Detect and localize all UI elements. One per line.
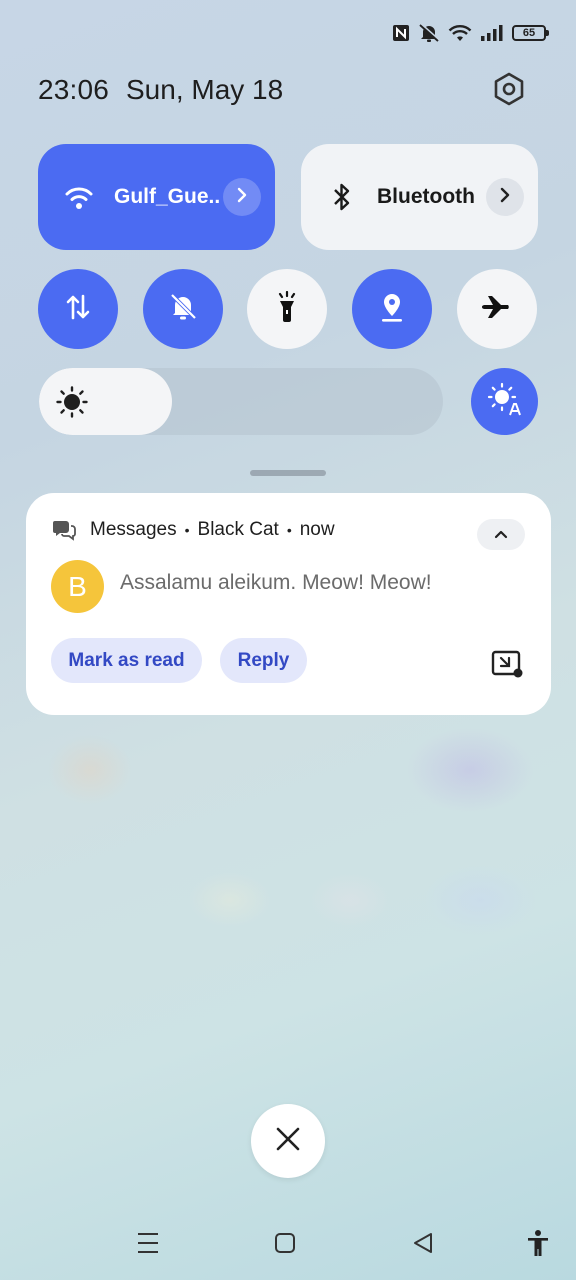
recent-apps-button[interactable]: [133, 1230, 163, 1260]
settings-button[interactable]: [490, 72, 528, 110]
home-button[interactable]: [270, 1230, 300, 1260]
wifi-icon: [62, 184, 96, 210]
location-icon: [378, 291, 406, 328]
chevron-right-icon: [499, 187, 511, 208]
flashlight-toggle[interactable]: [247, 269, 327, 349]
signal-icon: [480, 24, 504, 42]
status-bar: 65: [392, 18, 549, 48]
data-arrows-icon: [63, 292, 93, 327]
clock: 23:06: [38, 74, 110, 105]
panel-drag-handle[interactable]: [250, 470, 326, 476]
notification-time: now: [299, 519, 335, 540]
messages-app-icon: [52, 519, 76, 541]
airplane-icon: [480, 294, 514, 325]
back-icon: [412, 1232, 434, 1259]
clear-all-button[interactable]: [251, 1104, 325, 1178]
date: Sun, May 18: [126, 74, 284, 105]
accessibility-button[interactable]: [523, 1229, 553, 1262]
silent-toggle[interactable]: [143, 269, 223, 349]
brightness-sun-icon: [56, 386, 88, 418]
home-icon: [274, 1232, 296, 1259]
notification-header: Messages • Black Cat • now: [52, 519, 335, 541]
notification-sender: Black Cat: [197, 519, 279, 540]
notification-card[interactable]: Messages • Black Cat • now B Assalamu al…: [26, 493, 551, 715]
gear-icon: [493, 72, 525, 111]
nfc-icon: [392, 24, 410, 42]
wifi-icon: [448, 24, 472, 42]
reply-button[interactable]: Reply: [220, 638, 307, 683]
separator-dot: •: [184, 522, 190, 538]
accessibility-icon: [526, 1229, 550, 1262]
back-button[interactable]: [408, 1230, 438, 1260]
bluetooth-label: Bluetooth: [377, 185, 475, 208]
avatar: B: [51, 560, 104, 613]
bluetooth-tile[interactable]: Bluetooth: [301, 144, 538, 250]
auto-brightness-toggle[interactable]: [471, 368, 538, 435]
collapse-notification-button[interactable]: [477, 519, 525, 550]
auto-brightness-icon: [487, 382, 523, 421]
mobile-data-toggle[interactable]: [38, 269, 118, 349]
wifi-expand-button[interactable]: [223, 178, 261, 216]
mark-as-read-button[interactable]: Mark as read: [51, 638, 202, 683]
menu-icon: [136, 1232, 160, 1259]
close-icon: [275, 1126, 301, 1157]
notification-app-name: Messages: [90, 519, 177, 540]
notification-message: Assalamu aleikum. Meow! Meow!: [120, 571, 432, 594]
silent-icon: [418, 23, 440, 43]
chevron-up-icon: [494, 526, 508, 544]
wifi-tile[interactable]: Gulf_Gue..: [38, 144, 275, 250]
airplane-mode-toggle[interactable]: [457, 269, 537, 349]
wifi-network-label: Gulf_Gue..: [114, 185, 221, 208]
bluetooth-expand-button[interactable]: [486, 178, 524, 216]
location-toggle[interactable]: [352, 269, 432, 349]
open-in-window-icon[interactable]: [491, 650, 523, 678]
separator-dot: •: [286, 522, 292, 538]
brightness-slider[interactable]: [39, 368, 443, 435]
battery-indicator: 65: [512, 25, 549, 41]
bluetooth-icon: [325, 182, 359, 212]
flashlight-icon: [275, 290, 299, 328]
bell-off-icon: [168, 292, 198, 327]
chevron-right-icon: [236, 187, 248, 208]
